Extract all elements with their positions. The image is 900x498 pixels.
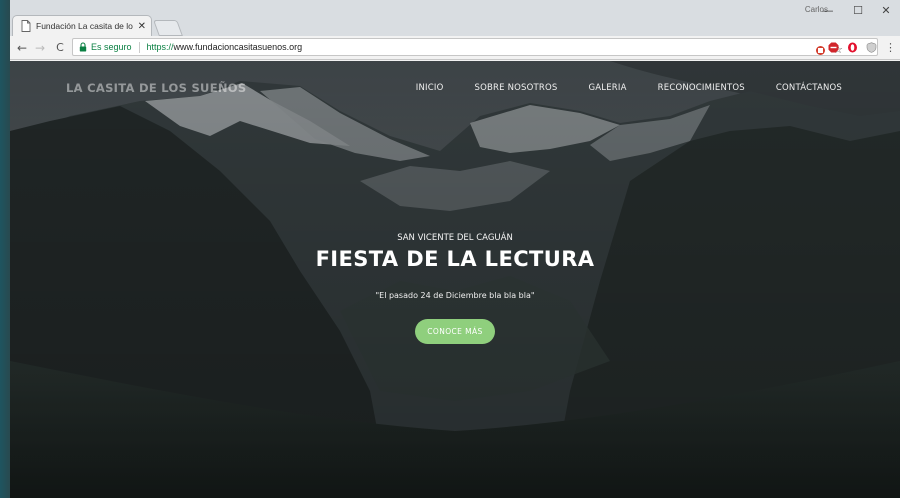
hero-title: FIESTA DE LA LECTURA [315,247,595,271]
close-window-button[interactable]: ✕ [872,4,900,18]
hero-quote: "El pasado 24 de Diciembre bla bla bla" [375,291,535,300]
maximize-button[interactable]: ☐ [844,4,872,18]
adblock-plus-icon[interactable] [828,42,839,53]
tab-title: Fundación La casita de lo [36,21,133,31]
browser-tab[interactable]: Fundación La casita de lo ✕ [12,15,152,36]
reload-button[interactable]: C [52,40,68,56]
forward-button[interactable]: → [32,40,48,56]
url-host: www.fundacioncasitasuenos.org [173,42,303,52]
page-icon [21,20,31,32]
opera-icon[interactable] [847,42,858,53]
nav-reconocimientos[interactable]: RECONOCIMIENTOS [658,83,745,93]
browser-window: Fundación La casita de lo ✕ Carlos — ☐ ✕… [10,0,900,498]
secure-label: Es seguro [91,42,132,52]
new-tab-button[interactable] [153,20,183,36]
browser-menu-icon[interactable]: ⋮ [885,42,896,53]
web-page: LA CASITA DE LOS SUEÑOS INICIO SOBRE NOS… [10,61,900,498]
tab-strip: Fundación La casita de lo ✕ Carlos — ☐ ✕ [10,0,900,36]
site-settings-icon[interactable] [815,45,826,56]
omnibox-separator [138,41,140,53]
nav-contactanos[interactable]: CONTÁCTANOS [776,83,842,93]
hero-background-image [10,61,900,498]
extension-icons: ⋮ [828,38,896,56]
nav-inicio[interactable]: INICIO [416,83,444,93]
nav-galeria[interactable]: GALERIA [589,83,627,93]
tab-close-icon[interactable]: ✕ [138,21,146,32]
address-bar[interactable]: Es seguro https://www.fundacioncasitasue… [72,38,878,56]
url-scheme: https:// [146,42,174,52]
site-nav: INICIO SOBRE NOSOTROS GALERIA RECONOCIMI… [416,83,842,93]
conoce-mas-button[interactable]: CONOCE MÁS [415,319,495,344]
browser-toolbar: ← → C Es seguro https://www.fundacioncas… [10,36,900,60]
hero-subtitle: SAN VICENTE DEL CAGUÁN [397,233,513,243]
lock-icon [79,42,87,52]
minimize-button[interactable]: — [814,4,842,18]
shield-icon[interactable] [866,41,877,53]
site-header: LA CASITA DE LOS SUEÑOS INICIO SOBRE NOS… [10,61,900,113]
site-logo[interactable]: LA CASITA DE LOS SUEÑOS [66,81,246,95]
back-button[interactable]: ← [14,40,30,56]
nav-sobre-nosotros[interactable]: SOBRE NOSOTROS [474,83,557,93]
